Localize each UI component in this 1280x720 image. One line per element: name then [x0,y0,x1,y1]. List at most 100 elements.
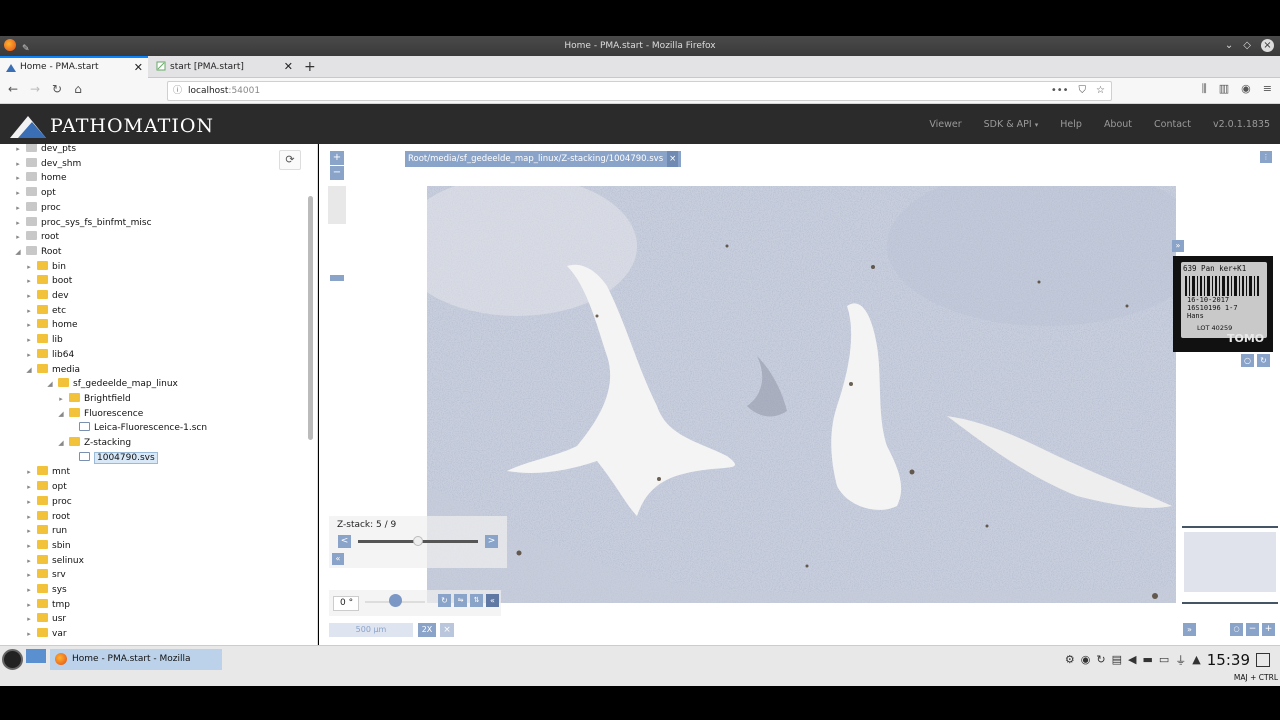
thumbnail-zoom-in-button[interactable]: + [1262,623,1275,636]
collapsed-arrow-icon[interactable]: ▸ [24,510,34,524]
forward-icon[interactable]: → [26,82,44,96]
tray-desktop-icon[interactable] [1256,652,1270,667]
tray-volume-icon[interactable]: ◀ [1128,653,1136,666]
label-rotate-icon[interactable]: ↻ [1257,354,1270,367]
rotation-collapse-button[interactable]: « [486,594,499,607]
tree-item[interactable]: ▸ sbin [27,539,71,553]
tray-network-icon[interactable]: ⚙ [1065,653,1075,666]
tree-item[interactable]: ◢ Z-stacking [58,436,131,450]
zstack-slider-handle[interactable] [413,536,423,546]
tree-item[interactable]: ▸ proc [27,495,72,509]
tray-battery-icon[interactable]: ▬ [1142,653,1152,666]
tray-update-icon[interactable]: ↻ [1096,653,1105,666]
collapsed-arrow-icon[interactable]: ▸ [24,495,34,509]
tree-item[interactable]: ▸ run [27,524,67,538]
thumbnail-fit-icon[interactable]: ○ [1230,623,1243,636]
tree-item[interactable]: ◢ sf_gedeelde_map_linux [47,377,178,391]
tree-item[interactable]: ▸ lib [27,333,63,347]
expanded-arrow-icon[interactable]: ◢ [45,377,55,391]
thumbnail-zoom-out-button[interactable]: − [1246,623,1259,636]
collapsed-arrow-icon[interactable]: ▸ [24,554,34,568]
info-icon[interactable]: ⓘ [173,82,182,100]
tab-home[interactable]: Home - PMA.start ✕ [0,56,148,78]
label-info-icon[interactable]: ○ [1241,354,1254,367]
back-icon[interactable]: ← [4,82,22,96]
tree-item[interactable]: ▸ boot [27,274,72,288]
hamburger-menu-icon[interactable]: ≡ [1263,82,1272,96]
collapsed-arrow-icon[interactable]: ▸ [13,186,23,200]
rotate-reset-icon[interactable]: ↻ [438,594,451,607]
close-slide-button[interactable]: × [667,151,679,167]
zoom-in-button[interactable]: + [330,151,344,165]
tree-item[interactable]: Leica-Fluorescence-1.scn [79,421,207,435]
zoom-out-button[interactable]: − [330,166,344,180]
menu-about[interactable]: About [1104,119,1132,130]
tree-item[interactable]: ▸ tmp [27,598,70,612]
collapsed-arrow-icon[interactable]: ▸ [24,465,34,479]
menu-contact[interactable]: Contact [1154,119,1191,130]
show-desktop-icon[interactable] [26,649,46,663]
start-menu-icon[interactable] [2,649,23,670]
tree-item[interactable]: ◢ Fluorescence [58,407,143,421]
tray-expand-icon[interactable]: ▲ [1192,653,1200,666]
expanded-arrow-icon[interactable]: ◢ [13,245,23,259]
thumbnail-toggle-button[interactable]: » [1183,623,1196,636]
flip-vertical-icon[interactable]: ⇅ [470,594,483,607]
refresh-tree-button[interactable]: ⟳ [279,150,301,170]
tree-item[interactable]: ▸ proc_sys_fs_binfmt_misc [16,216,152,230]
sidebar-icon[interactable]: ▥ [1219,82,1229,96]
tree-item[interactable]: ▸ dev_shm [16,157,81,171]
collapsed-arrow-icon[interactable]: ▸ [24,524,34,538]
collapsed-arrow-icon[interactable]: ▸ [56,392,66,406]
tree-item[interactable]: ◢ Root [15,245,61,259]
label-panel-toggle[interactable]: » [1172,240,1184,252]
collapsed-arrow-icon[interactable]: ▸ [13,157,23,171]
tray-monitor-icon[interactable]: ▭ [1159,653,1169,666]
zoom-slider-track[interactable] [328,186,346,224]
collapsed-arrow-icon[interactable]: ▸ [24,568,34,582]
page-actions-icon[interactable]: ••• [1051,82,1069,100]
collapsed-arrow-icon[interactable]: ▸ [24,260,34,274]
taskbar-firefox-window[interactable]: Home - PMA.start - Mozilla Firefox [50,649,222,685]
tree-item[interactable]: ▸ home [27,318,78,332]
collapsed-arrow-icon[interactable]: ▸ [24,480,34,494]
close-window-icon[interactable]: × [1261,39,1274,52]
tree-item[interactable]: ▸ mnt [27,465,70,479]
tree-item[interactable]: ▸ sys [27,583,67,597]
slide-viewer[interactable]: + − Root/media/sf_gedeelde_map_linux/Z-s… [319,144,1280,645]
collapsed-arrow-icon[interactable]: ▸ [24,539,34,553]
zstack-next-button[interactable]: > [485,535,498,548]
new-tab-icon[interactable]: + [304,56,316,78]
menu-viewer[interactable]: Viewer [929,119,961,130]
collapsed-arrow-icon[interactable]: ▸ [13,216,23,230]
magnification-button[interactable]: 2X [418,623,436,637]
tray-usb-icon[interactable]: ⏚ [1175,652,1186,668]
minimize-icon[interactable]: ⌄ [1225,36,1233,56]
tree-item[interactable]: ▸ dev [27,289,69,303]
maximize-icon[interactable]: ◇ [1243,36,1251,56]
menu-help[interactable]: Help [1060,119,1082,130]
collapsed-arrow-icon[interactable]: ▸ [13,171,23,185]
close-tab-icon[interactable]: ✕ [284,56,293,78]
collapsed-arrow-icon[interactable]: ▸ [24,627,34,641]
reload-icon[interactable]: ↻ [48,82,66,96]
tree-item[interactable]: ▸ dev_pts [16,144,76,156]
url-bar[interactable]: ⓘ localhost:54001 ••• ⛉ ☆ [167,81,1112,101]
slide-image[interactable] [427,186,1176,603]
close-scale-button[interactable]: × [440,623,454,637]
tree-item[interactable]: ▸ Brightfield [59,392,131,406]
pocket-icon[interactable]: ⛉ [1079,82,1087,100]
expanded-arrow-icon[interactable]: ◢ [24,363,34,377]
zstack-prev-button[interactable]: < [338,535,351,548]
tree-item[interactable]: ▸ lib64 [27,348,74,362]
tree-item[interactable]: ▸ home [16,171,67,185]
brand-logo[interactable]: PATHOMATION [8,112,214,138]
tree-item[interactable]: ▸ var [27,627,67,641]
tray-lock-icon[interactable]: ◉ [1081,653,1091,666]
collapsed-arrow-icon[interactable]: ▸ [13,144,23,156]
expanded-arrow-icon[interactable]: ◢ [56,436,66,450]
zoom-slider-handle[interactable] [330,275,344,281]
tree-item[interactable]: ▸ root [27,510,70,524]
clock[interactable]: 15:39 [1207,651,1250,669]
tree-item[interactable]: ▸ bin [27,260,66,274]
